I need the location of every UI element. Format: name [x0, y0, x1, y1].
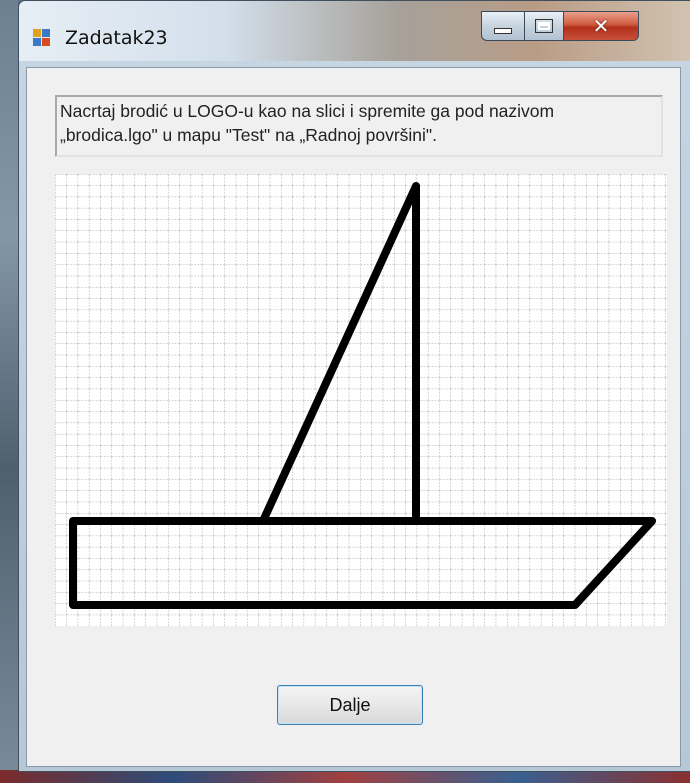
close-button[interactable]: ✕: [563, 11, 639, 41]
drawing-picture: [55, 174, 667, 626]
form-client-area: Nacrtaj brodić u LOGO-u kao na slici i s…: [26, 67, 681, 767]
maximize-icon: [535, 19, 553, 33]
window-title: Zadatak23: [65, 27, 168, 49]
grid-lines: [55, 174, 667, 626]
minimize-icon: [494, 28, 512, 34]
app-window: Zadatak23 ✕ Nacrtaj brodić u LOGO-u kao …: [18, 0, 690, 772]
title-bar[interactable]: Zadatak23 ✕: [19, 1, 690, 61]
minimize-button[interactable]: [481, 11, 525, 41]
close-icon: ✕: [592, 14, 610, 38]
app-form-icon: [33, 29, 51, 47]
maximize-button[interactable]: [524, 11, 564, 41]
instructions-textbox: Nacrtaj brodić u LOGO-u kao na slici i s…: [55, 95, 663, 157]
desktop-background: [0, 0, 18, 783]
next-button[interactable]: Dalje: [277, 685, 423, 725]
